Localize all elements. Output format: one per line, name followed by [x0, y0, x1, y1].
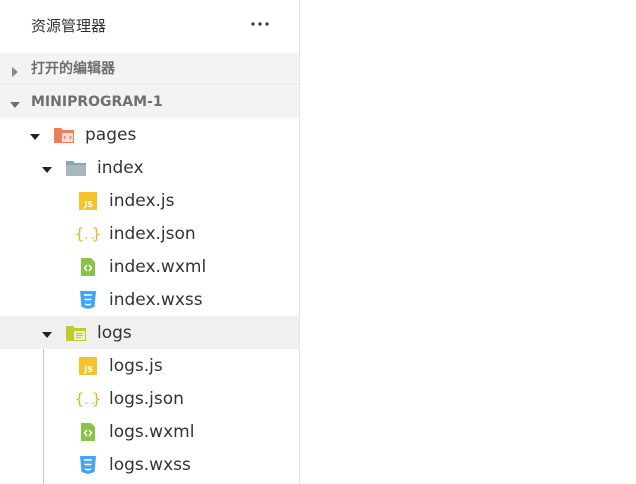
- tree-item-index-js[interactable]: JS index.js: [0, 184, 299, 217]
- section-project-label: MINIPROGRAM-1: [31, 94, 163, 110]
- ellipsis-icon[interactable]: [247, 12, 275, 36]
- section-project[interactable]: MINIPROGRAM-1: [0, 86, 299, 118]
- wxml-file-icon: [77, 257, 99, 277]
- tree-item-label: logs.js: [109, 356, 163, 376]
- tree-item-label: logs.wxml: [109, 422, 195, 442]
- svg-text:}: }: [92, 390, 101, 408]
- tree-item-label: logs.json: [109, 389, 184, 409]
- tree-item-label: index.wxml: [109, 257, 207, 277]
- tree-item-index-wxml[interactable]: index.wxml: [0, 250, 299, 283]
- chevron-down-icon: [41, 161, 53, 173]
- tree-item-index-wxss[interactable]: index.wxss: [0, 283, 299, 316]
- tree-item-label: pages: [85, 125, 137, 145]
- section-open-editors-label: 打开的编辑器: [31, 61, 115, 77]
- wxss-file-icon: [77, 290, 99, 310]
- svg-text:JS: JS: [83, 365, 93, 374]
- wxss-file-icon: [77, 455, 99, 475]
- tree-item-index-json[interactable]: { .. } index.json: [0, 217, 299, 250]
- tree-item-label: index.wxss: [109, 290, 203, 310]
- tree-item-label: index.js: [109, 191, 175, 211]
- tree-item-logs-wxss[interactable]: logs.wxss: [0, 448, 299, 481]
- tree-item-label: logs.wxss: [109, 455, 191, 475]
- explorer-title: 资源管理器: [31, 17, 107, 35]
- folder-icon: [65, 323, 87, 343]
- chevron-down-icon: [41, 326, 53, 338]
- svg-text:JS: JS: [83, 200, 93, 209]
- tree-item-label: index: [97, 158, 144, 178]
- chevron-down-icon: [29, 128, 41, 140]
- svg-text:}: }: [92, 225, 101, 243]
- tree-item-pages[interactable]: pages: [0, 118, 299, 151]
- editor-area: [301, 0, 636, 484]
- explorer-panel: 资源管理器 打开的编辑器 MINIPROGRAM-1 pages index J…: [0, 0, 300, 484]
- folder-icon: [65, 158, 87, 178]
- chevron-right-icon: [9, 63, 21, 77]
- wxml-file-icon: [77, 422, 99, 442]
- tree-item-label: index.json: [109, 224, 196, 244]
- chevron-down-icon: [9, 96, 21, 108]
- section-open-editors[interactable]: 打开的编辑器: [0, 53, 299, 85]
- tree-item-logs-wxml[interactable]: logs.wxml: [0, 415, 299, 448]
- tree-item-logs-json[interactable]: { .. } logs.json: [0, 382, 299, 415]
- json-file-icon: { .. }: [75, 389, 101, 409]
- js-file-icon: JS: [77, 356, 99, 376]
- tree-item-label: logs: [97, 323, 132, 343]
- js-file-icon: JS: [77, 191, 99, 211]
- explorer-header: 资源管理器: [0, 0, 299, 52]
- pages-folder-icon: [53, 125, 75, 145]
- tree-item-index-folder[interactable]: index: [0, 151, 299, 184]
- json-file-icon: { .. }: [75, 224, 101, 244]
- tree-item-logs-js[interactable]: JS logs.js: [0, 349, 299, 382]
- tree-item-logs-folder[interactable]: logs: [0, 316, 299, 349]
